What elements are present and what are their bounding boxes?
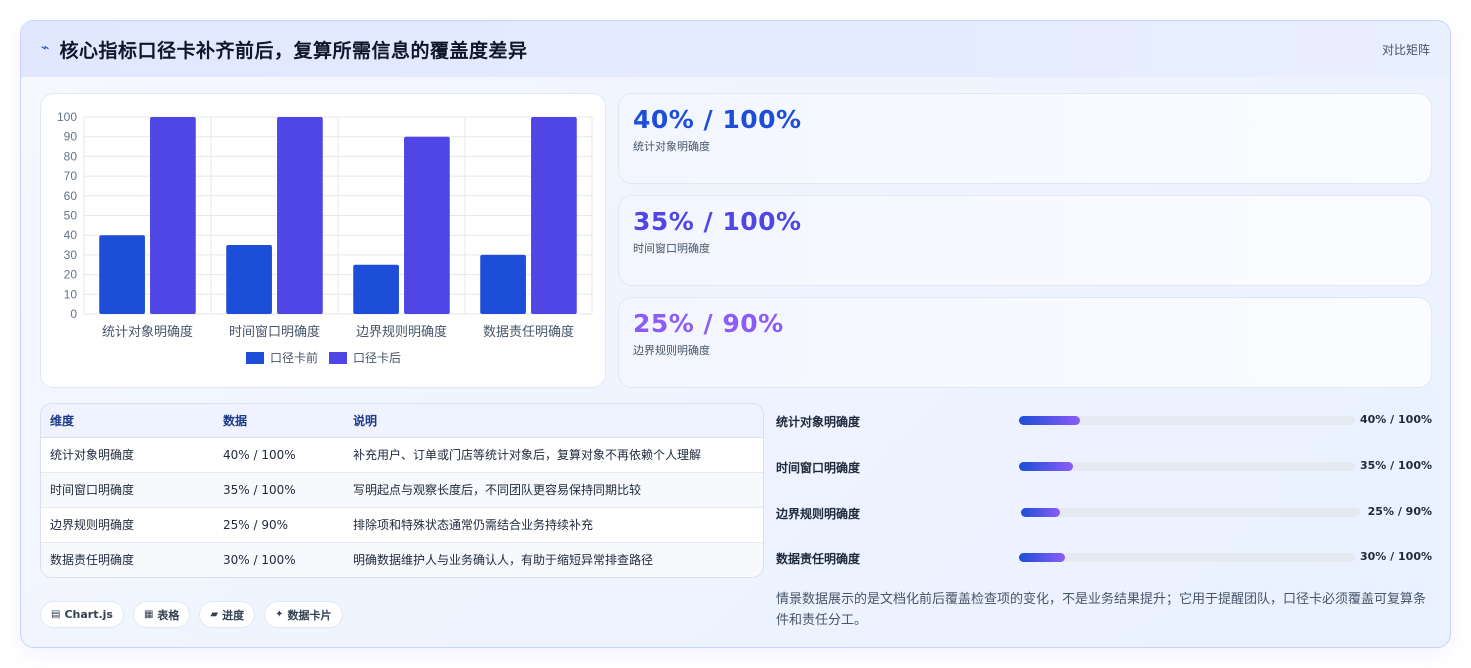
bar-before: [353, 264, 399, 314]
y-tick-label: 80: [64, 149, 78, 163]
footnote: 情景数据展示的是文档化前后覆盖检查项的变化，不是业务结果提升；它用于提醒团队，口…: [776, 592, 1427, 628]
table-cell: 40% / 100%: [214, 437, 344, 473]
table-row: 数据责任明确度 30% / 100% 明确数据维护人与业务确认人，有助于缩短异常…: [41, 542, 763, 577]
progress-track: [1019, 462, 1355, 471]
table-cell: 排除项和特殊状态通常仍需结合业务持续补充: [344, 507, 763, 543]
table-row: 统计对象明确度 40% / 100% 补充用户、订单或门店等统计对象后，复算对象…: [41, 437, 763, 473]
y-tick-label: 0: [70, 307, 77, 321]
progress-value: 35% / 100%: [1360, 459, 1432, 472]
progress-label: 时间窗口明确度: [776, 461, 861, 475]
x-tick-label: 数据责任明确度: [483, 324, 574, 340]
bar-after: [150, 117, 196, 314]
y-tick-label: 70: [64, 169, 78, 183]
table-header-cell: 数据: [214, 404, 344, 438]
y-tick-label: 50: [64, 209, 78, 223]
progress-fill: [1021, 508, 1060, 517]
chip-chartjs[interactable]: ▤ Chart.js: [40, 601, 124, 628]
stat-value: 35% / 100%: [633, 207, 802, 236]
bar-after: [531, 117, 577, 314]
progress-value: 30% / 100%: [1360, 550, 1432, 563]
progress-track: [1019, 553, 1355, 562]
y-tick-label: 60: [64, 189, 78, 203]
progress-row: 数据责任明确度 30% / 100%: [776, 548, 1432, 568]
x-tick-label: 统计对象明确度: [102, 324, 193, 340]
y-tick-label: 40: [64, 228, 78, 242]
y-tick-label: 100: [57, 110, 77, 124]
data-table: 维度 数据 说明 统计对象明确度 40% / 100% 补充用户、订单或门店等统…: [40, 403, 764, 578]
chip-label: 表格: [157, 608, 180, 622]
card-header: ⌁ 核心指标口径卡补齐前后，复算所需信息的覆盖度差异 对比矩阵: [21, 21, 1450, 77]
progress-track: [1019, 416, 1355, 425]
progress-row: 统计对象明确度 40% / 100%: [776, 411, 1432, 431]
progress-row: 时间窗口明确度 35% / 100%: [776, 457, 1432, 477]
bar-after: [404, 136, 450, 314]
progress-track: [1021, 508, 1360, 517]
table-cell: 25% / 90%: [214, 507, 344, 543]
table-cell: 边界规则明确度: [41, 507, 214, 543]
progress-value: 25% / 90%: [1367, 505, 1432, 518]
table-cell: 30% / 100%: [214, 542, 344, 577]
x-tick-label: 边界规则明确度: [356, 324, 447, 340]
y-tick-label: 10: [64, 287, 78, 301]
chart-icon: ▤: [51, 609, 61, 620]
x-tick-label: 时间窗口明确度: [229, 324, 320, 340]
bar-before: [99, 235, 145, 314]
progress-value: 40% / 100%: [1360, 413, 1432, 426]
table-cell: 35% / 100%: [214, 472, 344, 508]
table-row: 时间窗口明确度 35% / 100% 写明起点与观察长度后，不同团队更容易保持同…: [41, 472, 763, 508]
table-cell: 补充用户、订单或门店等统计对象后，复算对象不再依赖个人理解: [344, 437, 763, 473]
chip-list: ▤ Chart.js ▦ 表格 ▰ 进度 ✦ 数据卡片: [40, 601, 343, 628]
stat-value: 25% / 90%: [633, 309, 784, 338]
table-cell: 时间窗口明确度: [41, 472, 214, 508]
page-title: 核心指标口径卡补齐前后，复算所需信息的覆盖度差异: [59, 39, 528, 62]
table-row: 边界规则明确度 25% / 90% 排除项和特殊状态通常仍需结合业务持续补充: [41, 507, 763, 543]
header-tag: 对比矩阵: [1381, 43, 1430, 57]
trend-line-icon: ⌁: [41, 40, 50, 56]
bar-chart-panel: 0 10 20 30 40 50 60 70 80 90 100 统计对象明确度 时间窗口明确度 边界规则…: [40, 93, 606, 388]
bar-chart: 0 10 20 30 40 50 60 70 80 90 100 统计对象明确度 时间窗口明确度 边界规则…: [57, 110, 593, 365]
progress-icon: ▰: [210, 609, 219, 620]
progress-label: 数据责任明确度: [776, 552, 861, 566]
stat-card-2: 35% / 100% 时间窗口明确度: [618, 195, 1432, 286]
table-cell: 写明起点与观察长度后，不同团队更容易保持同期比较: [344, 472, 763, 508]
progress-fill: [1019, 462, 1073, 471]
progress-row: 边界规则明确度 25% / 90%: [776, 503, 1432, 523]
table-header-cell: 说明: [344, 404, 763, 438]
y-tick-label: 90: [64, 130, 78, 144]
legend-swatch: [329, 352, 347, 364]
stat-label: 时间窗口明确度: [633, 242, 710, 255]
y-tick-label: 20: [64, 268, 78, 282]
chip-data-card[interactable]: ✦ 数据卡片: [264, 601, 343, 628]
bar-after: [277, 117, 323, 314]
chip-label: 进度: [222, 608, 245, 622]
legend-label: 口径卡前: [270, 350, 318, 365]
chip-label: 数据卡片: [287, 608, 332, 622]
legend-label: 口径卡后: [353, 351, 401, 365]
progress-fill: [1019, 553, 1065, 562]
stat-label: 边界规则明确度: [633, 344, 710, 357]
stat-card-1: 40% / 100% 统计对象明确度: [618, 93, 1432, 184]
progress-label: 边界规则明确度: [776, 507, 861, 521]
progress-fill: [1019, 416, 1081, 425]
table-header-row: 维度 数据 说明: [41, 404, 763, 438]
y-tick-label: 30: [64, 248, 78, 262]
table-icon: ▦: [143, 609, 154, 620]
bar-before: [226, 245, 272, 314]
table-cell: 数据责任明确度: [41, 542, 214, 577]
stat-value: 40% / 100%: [633, 105, 802, 134]
table-cell: 明确数据维护人与业务确认人，有助于缩短异常排查路径: [344, 542, 763, 577]
table-cell: 统计对象明确度: [41, 437, 214, 473]
comparison-card: ⌁ 核心指标口径卡补齐前后，复算所需信息的覆盖度差异 对比矩阵 0 10 20 30 4…: [20, 20, 1451, 648]
stat-label: 统计对象明确度: [633, 140, 710, 153]
sparkle-icon: ✦: [275, 609, 284, 620]
chip-label: Chart.js: [64, 608, 113, 621]
chip-table[interactable]: ▦ 表格: [132, 601, 191, 628]
bar-before: [480, 254, 526, 314]
chip-progress[interactable]: ▰ 进度: [199, 601, 256, 628]
legend-swatch: [246, 352, 264, 364]
progress-label: 统计对象明确度: [776, 415, 861, 429]
stat-card-3: 25% / 90% 边界规则明确度: [618, 297, 1432, 388]
table-header-cell: 维度: [41, 404, 214, 438]
